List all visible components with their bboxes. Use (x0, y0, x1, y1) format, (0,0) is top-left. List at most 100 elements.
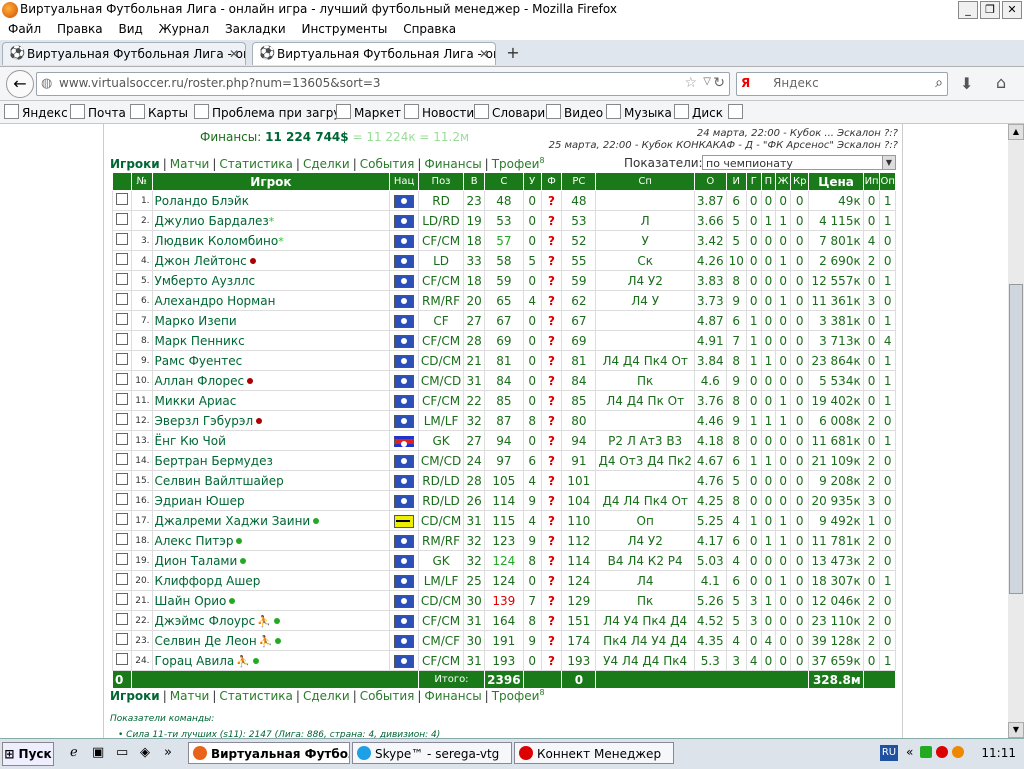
select-cell[interactable] (112, 570, 132, 591)
select-cell[interactable] (112, 270, 132, 291)
menu-tools[interactable]: Инструменты (301, 20, 387, 39)
nav-players[interactable]: Игроки (110, 157, 160, 171)
select-checkbox[interactable] (115, 633, 128, 645)
select-cell[interactable] (112, 490, 132, 511)
player-name[interactable]: Дион Талами (155, 554, 238, 568)
nationality-cell[interactable] (389, 550, 419, 571)
player-name-cell[interactable]: Эверзл Гэбурэл (151, 410, 391, 431)
nationality-cell[interactable] (389, 650, 419, 671)
select-cell[interactable] (112, 370, 132, 391)
search-icon[interactable]: ⌕ (935, 75, 943, 91)
menu-view[interactable]: Вид (118, 20, 142, 39)
player-name-cell[interactable]: Клиффорд Ашер (151, 570, 391, 591)
more-chevron-icon[interactable]: » (164, 745, 172, 760)
menu-help[interactable]: Справка (403, 20, 456, 39)
col-header-experience[interactable]: Оп (879, 172, 896, 191)
col-header-fatigue[interactable]: У (522, 172, 542, 191)
nationality-cell[interactable] (389, 390, 419, 411)
ie-icon[interactable]: ℯ (70, 745, 78, 760)
select-cell[interactable] (112, 410, 132, 431)
minimize-button[interactable]: _ (958, 1, 978, 19)
reload-icon[interactable]: ↻ (713, 75, 725, 91)
player-name[interactable]: Шайн Орио (155, 594, 227, 608)
player-name-cell[interactable]: Марко Изепи (151, 310, 391, 331)
nationality-cell[interactable] (389, 610, 419, 631)
tray-chevron-icon[interactable]: « (906, 745, 913, 759)
col-header-player[interactable]: Игрок (151, 172, 391, 191)
player-name-cell[interactable]: Алехандро Норман (151, 290, 391, 311)
player-name-cell[interactable]: Горац Авила ⛹ (151, 650, 391, 671)
nav-deals[interactable]: Сделки (303, 689, 350, 703)
col-header-age[interactable]: В (463, 172, 486, 191)
select-checkbox[interactable] (115, 573, 128, 585)
player-name-cell[interactable]: Джэймс Флоурс ⛹ (151, 610, 391, 631)
nationality-cell[interactable] (389, 350, 419, 371)
quicklaunch-icon[interactable]: ▣ (92, 745, 104, 760)
close-tab-icon[interactable]: ✕ (479, 43, 489, 65)
select-checkbox[interactable] (115, 253, 128, 265)
player-name-cell[interactable]: Алекс Питэр (151, 530, 391, 551)
close-window-button[interactable]: ✕ (1002, 1, 1022, 19)
start-button[interactable]: ⊞ Пуск (2, 742, 54, 766)
select-checkbox[interactable] (115, 413, 128, 425)
player-name[interactable]: Горац Авила (155, 654, 235, 668)
upcoming-match-1[interactable]: 24 марта, 22:00 - Кубок ... Эскалон ?:? (549, 128, 898, 140)
select-cell[interactable] (112, 510, 132, 531)
bookmark-star-icon[interactable]: ☆ (684, 75, 697, 91)
select-cell[interactable] (112, 290, 132, 311)
menu-file[interactable]: Файл (8, 20, 41, 39)
select-cell[interactable] (112, 230, 132, 251)
col-header-abilities[interactable]: Сп (595, 172, 695, 191)
scroll-thumb[interactable] (1009, 284, 1023, 594)
col-header-nationality[interactable]: Нац (389, 172, 419, 191)
select-checkbox[interactable] (115, 333, 128, 345)
select-checkbox[interactable] (115, 513, 128, 525)
select-checkbox[interactable] (115, 653, 128, 665)
bookmark-item[interactable]: Карты (130, 104, 188, 121)
nationality-cell[interactable] (389, 490, 419, 511)
player-name[interactable]: Джалреми Хаджи Заини (155, 514, 311, 528)
select-checkbox[interactable] (115, 273, 128, 285)
bookmark-item[interactable]: Яндекс (4, 104, 68, 121)
col-header-assists[interactable]: П (760, 172, 777, 191)
back-button[interactable]: ← (6, 70, 34, 98)
player-name-cell[interactable]: Шайн Орио (151, 590, 391, 611)
player-name[interactable]: Селвин Де Леон (155, 634, 257, 648)
select-checkbox[interactable] (115, 613, 128, 625)
player-name-cell[interactable]: Бертран Бермудез (151, 450, 391, 471)
select-cell[interactable] (112, 390, 132, 411)
nav-statistics[interactable]: Статистика (219, 689, 293, 703)
nav-statistics[interactable]: Статистика (219, 157, 293, 171)
select-cell[interactable] (112, 190, 132, 211)
url-dropdown-icon[interactable]: ▽ (703, 76, 711, 87)
home-icon[interactable]: ⌂ (996, 73, 1006, 92)
nav-trophies[interactable]: Трофеи (492, 689, 540, 703)
col-header-form[interactable]: Ф (540, 172, 563, 191)
col-header-rating[interactable]: О (693, 172, 727, 191)
nav-players[interactable]: Игроки (110, 689, 160, 703)
select-checkbox[interactable] (115, 233, 128, 245)
select-cell[interactable] (112, 330, 132, 351)
nationality-cell[interactable] (389, 310, 419, 331)
restore-button[interactable]: ❐ (980, 1, 1000, 19)
menu-bookmarks[interactable]: Закладки (225, 20, 286, 39)
nationality-cell[interactable] (389, 630, 419, 651)
select-checkbox[interactable] (115, 533, 128, 545)
select-checkbox[interactable] (115, 473, 128, 485)
player-name-cell[interactable]: Аллан Флорес (151, 370, 391, 391)
nationality-cell[interactable] (389, 370, 419, 391)
tray-app-icon[interactable] (920, 746, 932, 758)
select-cell[interactable] (112, 470, 132, 491)
taskbar-firefox[interactable]: Виртуальная Футбол... (188, 742, 350, 764)
nav-matches[interactable]: Матчи (170, 157, 210, 171)
bookmark-item[interactable]: Маркет (336, 104, 401, 121)
col-header-position[interactable]: Поз (417, 172, 465, 191)
indicators-dropdown[interactable]: по чемпионату ▼ (702, 155, 896, 170)
col-header-yellow-cards[interactable]: Ж (775, 172, 791, 191)
nationality-cell[interactable] (389, 190, 419, 211)
tab-1[interactable]: ⚽ Виртуальная Футбольная Лига - онлай...… (2, 42, 246, 65)
bookmark-item[interactable]: Новости (404, 104, 474, 121)
player-name[interactable]: Марк Пенникс (155, 334, 245, 348)
player-name-cell[interactable]: Микки Ариас (151, 390, 391, 411)
bookmark-item[interactable]: Видео (546, 104, 603, 121)
